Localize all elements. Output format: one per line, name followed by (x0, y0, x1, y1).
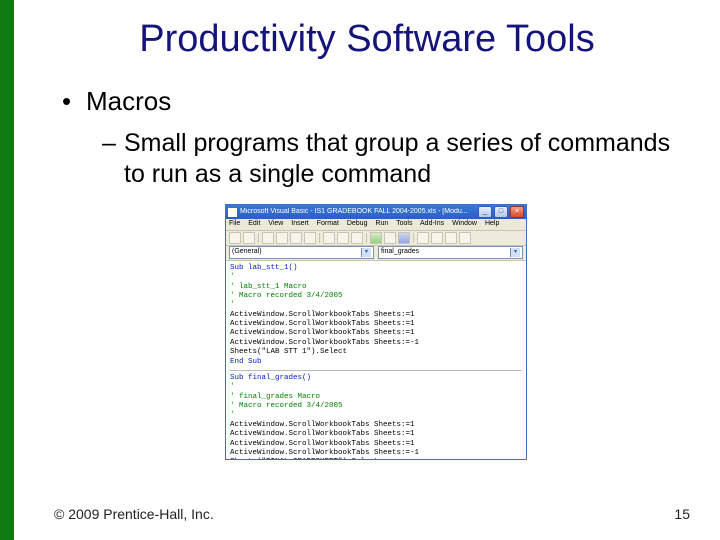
slide-body: Productivity Software Tools • Macros – S… (14, 0, 720, 540)
code-line: ' (230, 383, 522, 392)
code-line: ActiveWindow.ScrollWorkbookTabs Sheets:=… (230, 320, 522, 329)
code-line: Sub final_grades() (230, 374, 522, 383)
chevron-down-icon: ▾ (510, 248, 520, 257)
toolbar-sep (319, 233, 320, 243)
toolbar-button[interactable] (337, 232, 349, 244)
menu-window[interactable]: Window (452, 220, 477, 227)
toolbar-button[interactable] (304, 232, 316, 244)
maximize-button[interactable]: □ (494, 206, 508, 218)
chevron-down-icon: ▾ (361, 248, 371, 257)
copyright: © 2009 Prentice-Hall, Inc. (54, 506, 214, 522)
window-title: Microsoft Visual Basic - IS1 GRADEBOOK F… (240, 208, 476, 217)
toolbar-button[interactable] (445, 232, 457, 244)
toolbar-sep (413, 233, 414, 243)
toolbar-button[interactable] (431, 232, 443, 244)
code-line: ActiveWindow.ScrollWorkbookTabs Sheets:=… (230, 421, 522, 430)
menu-file[interactable]: File (229, 220, 240, 227)
run-icon[interactable] (370, 232, 382, 244)
vb-titlebar: Microsoft Visual Basic - IS1 GRADEBOOK F… (226, 205, 526, 219)
menu-tools[interactable]: Tools (396, 220, 412, 227)
app-icon (228, 208, 237, 217)
bullet-dot: • (62, 85, 86, 118)
code-line: ' Macro recorded 3/4/2005 (230, 402, 522, 411)
code-line: ActiveWindow.ScrollWorkbookTabs Sheets:=… (230, 430, 522, 439)
toolbar-button[interactable] (243, 232, 255, 244)
toolbar-button[interactable] (290, 232, 302, 244)
vb-window: Microsoft Visual Basic - IS1 GRADEBOOK F… (225, 204, 527, 460)
bullet-level-1: • Macros (62, 85, 690, 118)
slide-title: Productivity Software Tools (14, 18, 720, 61)
bullet-2-text: Small programs that group a series of co… (124, 128, 690, 191)
page-number: 15 (674, 506, 690, 522)
code-line: ' lab_stt_1 Macro (230, 283, 522, 292)
code-line: ' final_grades Macro (230, 393, 522, 402)
menu-edit[interactable]: Edit (248, 220, 260, 227)
code-pane[interactable]: Sub lab_stt_1() ' ' lab_stt_1 Macro ' Ma… (226, 261, 526, 459)
code-line: ActiveWindow.ScrollWorkbookTabs Sheets:=… (230, 440, 522, 449)
toolbar-sep (366, 233, 367, 243)
code-line: ' (230, 411, 522, 420)
menu-run[interactable]: Run (375, 220, 388, 227)
reset-icon[interactable] (398, 232, 410, 244)
code-line: ' (230, 301, 522, 310)
menu-view[interactable]: View (268, 220, 283, 227)
figure-wrap: Microsoft Visual Basic - IS1 GRADEBOOK F… (62, 204, 690, 466)
toolbar-button[interactable] (417, 232, 429, 244)
menu-debug[interactable]: Debug (347, 220, 368, 227)
code-line: ' (230, 273, 522, 282)
procedure-dropdown-value: final_grades (381, 248, 419, 257)
code-line: Sheets("FINAL GRADESHEET").Select (230, 458, 522, 459)
code-line: End Sub (230, 358, 522, 367)
code-line: ActiveWindow.ScrollWorkbookTabs Sheets:=… (230, 329, 522, 338)
code-line: Sub lab_stt_1() (230, 264, 522, 273)
menu-insert[interactable]: Insert (291, 220, 309, 227)
code-line: ActiveWindow.ScrollWorkbookTabs Sheets:=… (230, 311, 522, 320)
code-line: Sheets("LAB STT 1").Select (230, 348, 522, 357)
toolbar-button[interactable] (262, 232, 274, 244)
content-area: • Macros – Small programs that group a s… (14, 85, 720, 466)
object-dropdown[interactable]: (General) ▾ (229, 246, 374, 259)
vb-menubar: File Edit View Insert Format Debug Run T… (226, 219, 526, 231)
toolbar-button[interactable] (351, 232, 363, 244)
toolbar-button[interactable] (276, 232, 288, 244)
code-divider (230, 370, 522, 371)
menu-help[interactable]: Help (485, 220, 499, 227)
menu-addins[interactable]: Add-Ins (420, 220, 444, 227)
bullet-level-2: – Small programs that group a series of … (102, 128, 690, 191)
bullet-dash: – (102, 128, 124, 191)
code-line: ActiveWindow.ScrollWorkbookTabs Sheets:=… (230, 339, 522, 348)
object-dropdown-value: (General) (232, 248, 262, 257)
menu-format[interactable]: Format (317, 220, 339, 227)
procedure-dropdown[interactable]: final_grades ▾ (378, 246, 523, 259)
toolbar-button[interactable] (459, 232, 471, 244)
accent-bar (0, 0, 14, 540)
vb-dropdown-bar: (General) ▾ final_grades ▾ (226, 246, 526, 261)
break-icon[interactable] (384, 232, 396, 244)
code-line: ActiveWindow.ScrollWorkbookTabs Sheets:=… (230, 449, 522, 458)
footer: © 2009 Prentice-Hall, Inc. 15 (54, 506, 690, 522)
vb-toolbar (226, 231, 526, 246)
code-line: ' Macro recorded 3/4/2005 (230, 292, 522, 301)
bullet-1-text: Macros (86, 85, 171, 118)
toolbar-button[interactable] (229, 232, 241, 244)
toolbar-sep (258, 233, 259, 243)
minimize-button[interactable]: _ (478, 206, 492, 218)
toolbar-button[interactable] (323, 232, 335, 244)
close-button[interactable]: × (510, 206, 524, 218)
